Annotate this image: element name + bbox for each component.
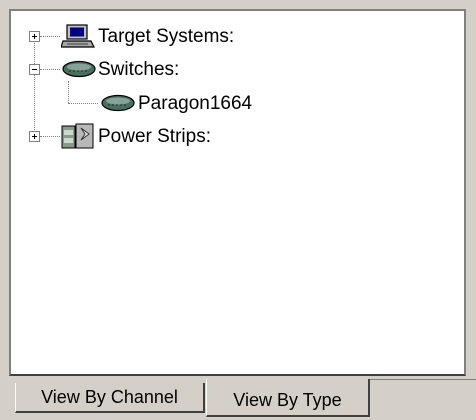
tree-child-connector [68, 81, 69, 103]
collapse-switches-button[interactable] [29, 64, 40, 75]
tree-connector-h [40, 36, 60, 37]
tree-connector-h [40, 136, 60, 137]
tree-root-connector [34, 41, 35, 136]
power-strip-icon [61, 122, 95, 155]
tree-item-label: Target Systems: [98, 26, 235, 47]
tree-connector-h [40, 69, 60, 70]
tree-item-label: Switches: [98, 59, 180, 80]
tab-label: View By Type [233, 389, 342, 410]
device-tree-panel[interactable]: Target Systems: Switches: Paragon1664 Po… [9, 9, 466, 376]
tree-item-power-strips[interactable]: Power Strips: [98, 124, 211, 150]
tree-item-label: Power Strips: [98, 126, 211, 147]
expand-target-systems-button[interactable] [29, 31, 40, 42]
expand-power-strips-button[interactable] [29, 131, 40, 142]
tab-divider [370, 379, 476, 380]
tree-item-target-systems[interactable]: Target Systems: [98, 24, 234, 50]
switch-device-icon [61, 59, 97, 84]
tree-connector-h [68, 103, 98, 104]
view-tab-bar: View By Channel View By Type [0, 376, 476, 420]
tab-label: View By Channel [41, 386, 178, 407]
tab-view-by-channel[interactable]: View By Channel [15, 383, 205, 413]
tab-view-by-type[interactable]: View By Type [206, 379, 370, 417]
tree-item-paragon1664[interactable]: Paragon1664 [138, 91, 252, 117]
tree-item-label: Paragon1664 [138, 93, 253, 114]
tree-item-switches[interactable]: Switches: [98, 57, 179, 83]
computer-icon [60, 24, 95, 55]
switch-device-icon [100, 93, 136, 118]
